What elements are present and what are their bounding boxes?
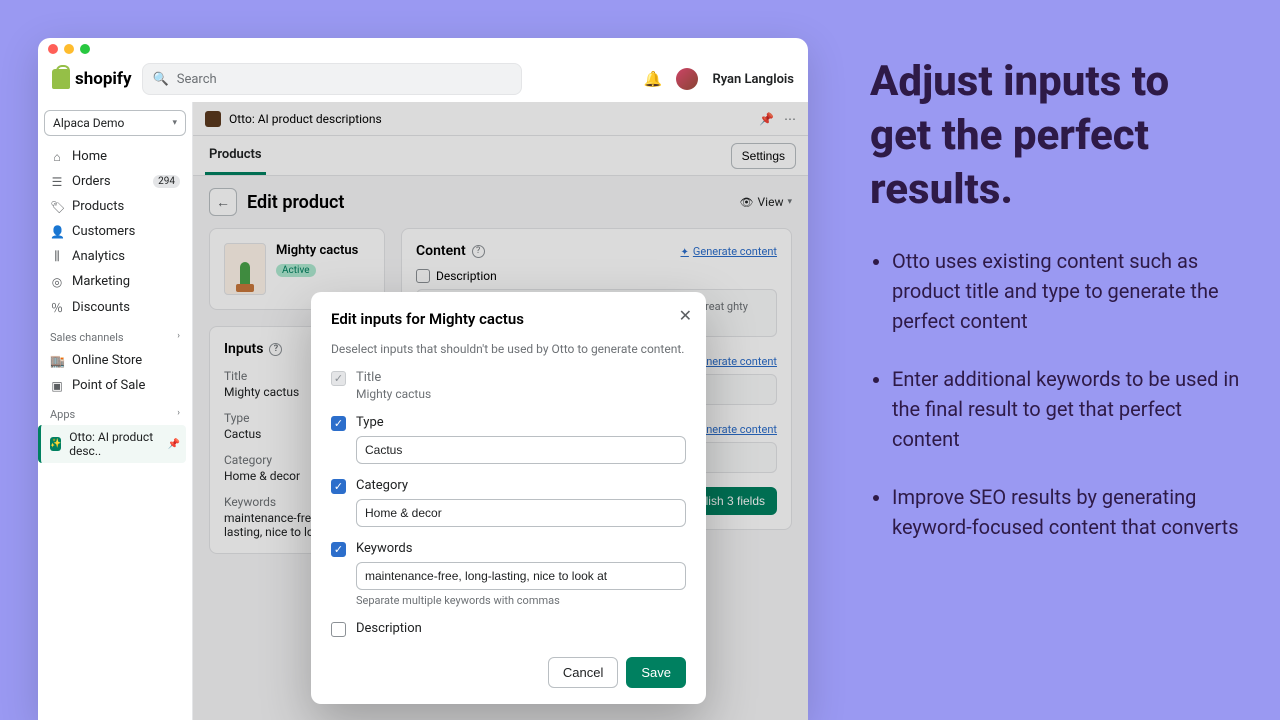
sidebar-item-pos[interactable]: ▣ Point of Sale xyxy=(44,373,186,398)
edit-inputs-modal: Edit inputs for Mighty cactus ✕ Deselect… xyxy=(311,292,706,704)
keywords-input[interactable] xyxy=(356,562,686,590)
keywords-hint: Separate multiple keywords with commas xyxy=(356,594,686,607)
brand-text: shopify xyxy=(75,69,132,89)
notifications-icon[interactable]: 🔔 xyxy=(644,70,663,88)
marketing-icon: ◎ xyxy=(50,275,64,289)
sidebar-item-analytics[interactable]: ⫼ Analytics xyxy=(44,244,186,269)
search-placeholder: Search xyxy=(177,72,217,87)
input-row-title: ✓ Title Mighty cactus xyxy=(331,370,686,401)
input-label: Title xyxy=(356,370,686,385)
marketing-bullet: Improve SEO results by generating keywor… xyxy=(892,482,1240,542)
main-content: Otto: AI product descriptions 📌 ⋯ Produc… xyxy=(193,102,808,720)
input-row-category: ✓ Category xyxy=(331,478,686,527)
pos-icon: ▣ xyxy=(50,379,64,393)
sidebar-item-online-store[interactable]: 🏬 Online Store xyxy=(44,348,186,373)
sidebar-item-label: Analytics xyxy=(72,249,125,264)
sidebar-item-products[interactable]: 🏷 Products xyxy=(44,194,186,219)
modal-subtitle: Deselect inputs that shouldn't be used b… xyxy=(331,342,686,356)
window-titlebar xyxy=(38,38,808,56)
user-name[interactable]: Ryan Langlois xyxy=(712,72,794,87)
sidebar-item-home[interactable]: ⌂ Home xyxy=(44,144,186,169)
input-row-keywords: ✓ Keywords Separate multiple keywords wi… xyxy=(331,541,686,607)
window-zoom-icon[interactable] xyxy=(80,44,90,54)
sidebar-item-label: Marketing xyxy=(72,274,130,289)
sidebar-item-label: Otto: AI product desc.. xyxy=(69,430,159,458)
input-row-type: ✓ Type xyxy=(331,415,686,464)
keywords-checkbox[interactable]: ✓ xyxy=(331,542,346,557)
sidebar-item-label: Home xyxy=(72,149,107,164)
search-input[interactable]: 🔍 Search xyxy=(142,63,522,95)
sidebar-item-label: Orders xyxy=(72,174,111,189)
window-close-icon[interactable] xyxy=(48,44,58,54)
customers-icon: 👤 xyxy=(50,225,64,239)
marketing-list: Otto uses existing content such as produ… xyxy=(870,246,1240,542)
category-checkbox[interactable]: ✓ xyxy=(331,479,346,494)
topbar: shopify 🔍 Search 🔔 Ryan Langlois xyxy=(38,56,808,102)
sidebar-item-customers[interactable]: 👤 Customers xyxy=(44,219,186,244)
chevron-right-icon[interactable]: › xyxy=(177,408,180,421)
marketing-bullet: Enter additional keywords to be used in … xyxy=(892,364,1240,454)
store-icon: 🏬 xyxy=(50,354,64,368)
sidebar-item-otto-app[interactable]: ✨ Otto: AI product desc.. 📌 xyxy=(38,425,186,463)
sidebar-item-discounts[interactable]: ％ Discounts xyxy=(44,294,186,321)
avatar[interactable] xyxy=(676,68,698,90)
chevron-right-icon[interactable]: › xyxy=(177,331,180,344)
otto-app-icon: ✨ xyxy=(50,437,61,451)
sidebar: Alpaca Demo ▾ ⌂ Home ☰ Orders 294 🏷 Products… xyxy=(38,102,193,720)
input-label: Type xyxy=(356,415,686,430)
input-label: Keywords xyxy=(356,541,686,556)
sidebar-item-label: Customers xyxy=(72,224,135,239)
input-static-value: Mighty cactus xyxy=(356,387,686,401)
analytics-icon: ⫼ xyxy=(50,249,64,264)
sidebar-item-marketing[interactable]: ◎ Marketing xyxy=(44,269,186,294)
input-label: Category xyxy=(356,478,686,493)
marketing-bullet: Otto uses existing content such as produ… xyxy=(892,246,1240,336)
description-checkbox[interactable] xyxy=(331,622,346,637)
home-icon: ⌂ xyxy=(50,150,64,164)
modal-footer: Cancel Save xyxy=(331,657,686,688)
window-minimize-icon[interactable] xyxy=(64,44,74,54)
title-checkbox: ✓ xyxy=(331,371,346,386)
pin-icon[interactable]: 📌 xyxy=(168,439,180,450)
store-name: Alpaca Demo xyxy=(53,116,124,130)
sidebar-item-label: Products xyxy=(72,199,124,214)
products-icon: 🏷 xyxy=(50,200,64,214)
discounts-icon: ％ xyxy=(50,299,64,316)
sidebar-section-sales: Sales channels› xyxy=(44,321,186,348)
search-icon: 🔍 xyxy=(153,72,169,87)
sidebar-item-label: Discounts xyxy=(72,300,130,315)
orders-icon: ☰ xyxy=(50,175,64,189)
marketing-heading: Adjust inputs to get the perfect results… xyxy=(870,55,1240,216)
app-window: shopify 🔍 Search 🔔 Ryan Langlois Alpaca … xyxy=(38,38,808,720)
shopify-logo[interactable]: shopify xyxy=(52,69,132,89)
type-checkbox[interactable]: ✓ xyxy=(331,416,346,431)
store-selector[interactable]: Alpaca Demo ▾ xyxy=(44,110,186,136)
cancel-button[interactable]: Cancel xyxy=(548,657,618,688)
save-button[interactable]: Save xyxy=(626,657,686,688)
close-button[interactable]: ✕ xyxy=(679,306,692,326)
shopify-bag-icon xyxy=(52,69,70,89)
input-label: Description xyxy=(356,621,686,636)
modal-title: Edit inputs for Mighty cactus xyxy=(331,310,686,328)
sidebar-section-apps: Apps› xyxy=(44,398,186,425)
input-row-description: Description xyxy=(331,621,686,637)
orders-badge: 294 xyxy=(153,175,180,188)
chevron-down-icon: ▾ xyxy=(172,118,177,128)
sidebar-item-label: Online Store xyxy=(72,353,142,368)
sidebar-item-label: Point of Sale xyxy=(72,378,145,393)
category-input[interactable] xyxy=(356,499,686,527)
type-input[interactable] xyxy=(356,436,686,464)
sidebar-item-orders[interactable]: ☰ Orders 294 xyxy=(44,169,186,194)
marketing-panel: Adjust inputs to get the perfect results… xyxy=(870,55,1240,570)
